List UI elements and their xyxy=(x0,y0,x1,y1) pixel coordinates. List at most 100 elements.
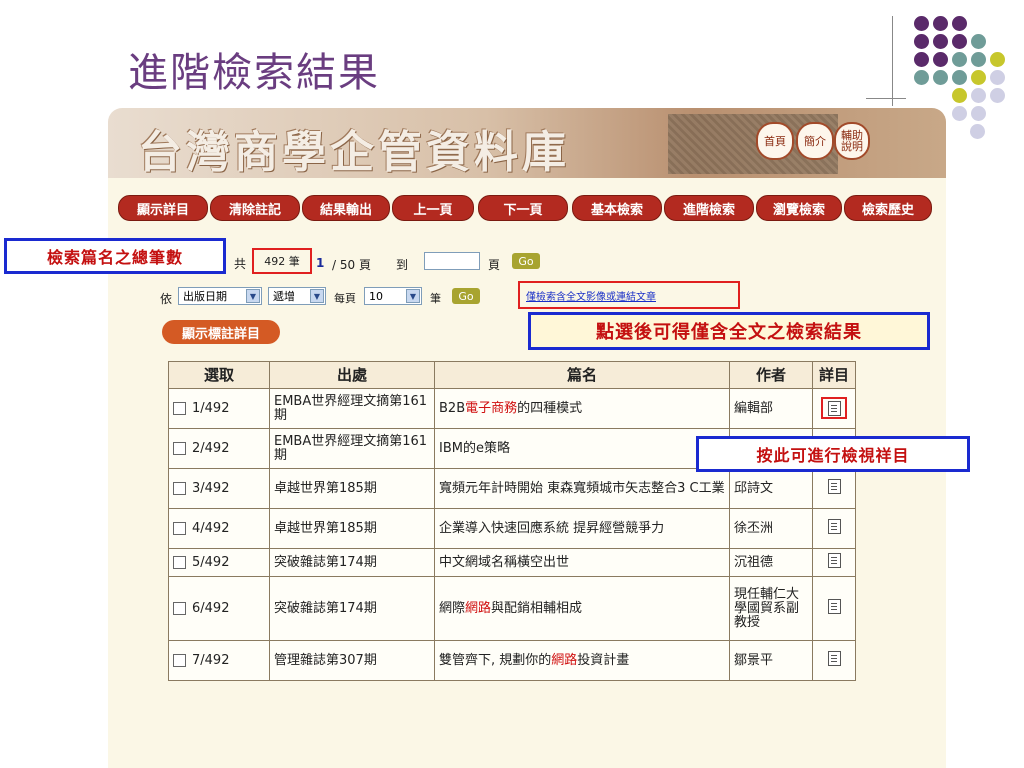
document-icon[interactable] xyxy=(827,599,841,614)
document-icon[interactable] xyxy=(827,519,841,534)
show-marked-detail-button[interactable]: 顯示標註詳目 xyxy=(162,320,280,344)
browse-search-button[interactable]: 瀏覽檢索 xyxy=(756,195,842,221)
row-detail-cell xyxy=(812,548,856,577)
row-select-cell: 5/492 xyxy=(168,548,270,577)
row-number: 4/492 xyxy=(192,520,230,536)
sort-field-select[interactable]: 出版日期 ▼ xyxy=(178,287,262,305)
per-page-select[interactable]: 10 ▼ xyxy=(364,287,422,305)
document-icon[interactable] xyxy=(827,400,841,416)
prev-page-button[interactable]: 上一頁 xyxy=(392,195,474,221)
page-suffix: 頁 xyxy=(488,258,501,272)
row-number: 2/492 xyxy=(192,440,230,456)
row-checkbox[interactable] xyxy=(173,521,186,535)
decorative-dot xyxy=(952,106,967,121)
document-icon[interactable] xyxy=(827,651,841,666)
export-results-button[interactable]: 結果輸出 xyxy=(302,195,390,221)
title-text-end: 與配銷相輔相成 xyxy=(491,600,583,616)
row-detail-cell xyxy=(812,388,856,429)
row-checkbox[interactable] xyxy=(173,441,186,455)
table-row: 7/492 管理雜誌第307期 雙管齊下, 規劃你的網路投資計畫 鄒景平 xyxy=(168,640,856,681)
title-text: 網際 xyxy=(439,600,466,616)
decorative-dot xyxy=(971,70,986,85)
decorative-dot xyxy=(933,70,948,85)
next-page-button[interactable]: 下一頁 xyxy=(478,195,568,221)
row-checkbox[interactable] xyxy=(173,481,186,495)
decorative-dot xyxy=(914,52,929,67)
row-title[interactable]: 中文網域名稱橫空出世 xyxy=(434,548,730,577)
row-source: 卓越世界第185期 xyxy=(269,468,435,509)
document-icon[interactable] xyxy=(827,553,841,568)
decorative-dot xyxy=(990,52,1005,67)
decorative-dot xyxy=(990,88,1005,103)
title-text-end: 投資計畫 xyxy=(577,652,630,668)
title-highlight: 網路 xyxy=(551,652,578,668)
results-table: 選取 出處 篇名 作者 詳目 1/492 EMBA世界經理文摘第161期 B2B… xyxy=(168,361,856,681)
row-title[interactable]: B2B電子商務的四種模式 xyxy=(434,388,730,429)
row-checkbox[interactable] xyxy=(173,555,186,569)
row-select-cell: 7/492 xyxy=(168,640,270,681)
total-count: 492 筆 xyxy=(264,255,300,268)
help-button[interactable]: 輔助說明 xyxy=(834,122,870,160)
decorative-dot xyxy=(952,52,967,67)
header-title: 篇名 xyxy=(434,361,730,389)
sort-field-value: 出版日期 xyxy=(183,290,227,303)
sort-go-button[interactable]: Go xyxy=(452,288,480,304)
sort-order-select[interactable]: 遞增 ▼ xyxy=(268,287,326,305)
table-header-row: 選取 出處 篇名 作者 詳目 xyxy=(168,361,856,389)
per-page-label: 每頁 xyxy=(334,292,356,305)
row-source: EMBA世界經理文摘第161期 xyxy=(269,388,435,429)
row-author: 邱詩文 xyxy=(729,468,813,509)
row-title[interactable]: 雙管齊下, 規劃你的網路投資計畫 xyxy=(434,640,730,681)
decorative-dot xyxy=(971,106,986,121)
per-page-unit: 筆 xyxy=(430,292,441,305)
clear-marks-button[interactable]: 清除註記 xyxy=(210,195,300,221)
table-row: 1/492 EMBA世界經理文摘第161期 B2B電子商務的四種模式 編輯部 xyxy=(168,388,856,429)
table-row: 6/492 突破雜誌第174期 網際網路與配銷相輔相成 現任輔仁大學國貿系副教授 xyxy=(168,576,856,641)
row-title[interactable]: 寬頻元年計時開始 東森寬頻城市矢志整合3 C工業 xyxy=(434,468,730,509)
total-count-annotation: 檢索篇名之總筆數 xyxy=(4,238,226,274)
show-detail-button[interactable]: 顯示詳目 xyxy=(118,195,208,221)
row-number: 3/492 xyxy=(192,480,230,496)
home-button[interactable]: 首頁 xyxy=(756,122,794,160)
decorative-dot xyxy=(952,88,967,103)
row-select-cell: 2/492 xyxy=(168,428,270,469)
row-select-cell: 4/492 xyxy=(168,508,270,549)
row-title[interactable]: 網際網路與配銷相輔相成 xyxy=(434,576,730,641)
view-detail-annotation: 按此可進行檢視祥目 xyxy=(696,436,970,472)
row-select-cell: 6/492 xyxy=(168,576,270,641)
table-row: 3/492 卓越世界第185期 寬頻元年計時開始 東森寬頻城市矢志整合3 C工業… xyxy=(168,468,856,509)
page-count: / 50 頁 xyxy=(332,258,371,272)
total-count-box: 492 筆 xyxy=(252,248,312,274)
row-author: 鄒景平 xyxy=(729,640,813,681)
basic-search-button[interactable]: 基本檢索 xyxy=(572,195,662,221)
fulltext-link-box: 僅檢索含全文影像或連結文章 xyxy=(518,281,740,309)
row-title[interactable]: IBM的e策略 xyxy=(434,428,730,469)
slide-title: 進階檢索結果 xyxy=(128,50,380,96)
row-checkbox[interactable] xyxy=(173,401,186,415)
title-highlight: 網路 xyxy=(465,600,492,616)
row-checkbox[interactable] xyxy=(173,653,186,667)
search-history-button[interactable]: 檢索歷史 xyxy=(844,195,932,221)
table-row: 4/492 卓越世界第185期 企業導入快速回應系統 提昇經營競爭力 徐丕洲 xyxy=(168,508,856,549)
row-checkbox[interactable] xyxy=(173,601,186,615)
chevron-down-icon: ▼ xyxy=(246,289,260,303)
decorative-dot xyxy=(933,34,948,49)
page-number-input[interactable] xyxy=(424,252,480,270)
detail-highlight-box xyxy=(821,397,847,420)
advanced-search-button[interactable]: 進階檢索 xyxy=(664,195,754,221)
decorative-dot xyxy=(914,70,929,85)
header-select: 選取 xyxy=(168,361,270,389)
goto-page-go-button[interactable]: Go xyxy=(512,253,540,269)
row-author: 現任輔仁大學國貿系副教授 xyxy=(729,576,813,641)
decorative-dot xyxy=(914,34,929,49)
intro-button[interactable]: 簡介 xyxy=(796,122,834,160)
table-row: 5/492 突破雜誌第174期 中文網域名稱橫空出世 沉祖德 xyxy=(168,548,856,577)
goto-label: 到 xyxy=(396,258,409,272)
decorative-dot xyxy=(952,70,967,85)
decorative-dot xyxy=(970,124,985,139)
header-author: 作者 xyxy=(729,361,813,389)
fulltext-only-link[interactable]: 僅檢索含全文影像或連結文章 xyxy=(526,288,656,303)
document-icon[interactable] xyxy=(827,479,841,494)
row-source: 突破雜誌第174期 xyxy=(269,548,435,577)
row-title[interactable]: 企業導入快速回應系統 提昇經營競爭力 xyxy=(434,508,730,549)
